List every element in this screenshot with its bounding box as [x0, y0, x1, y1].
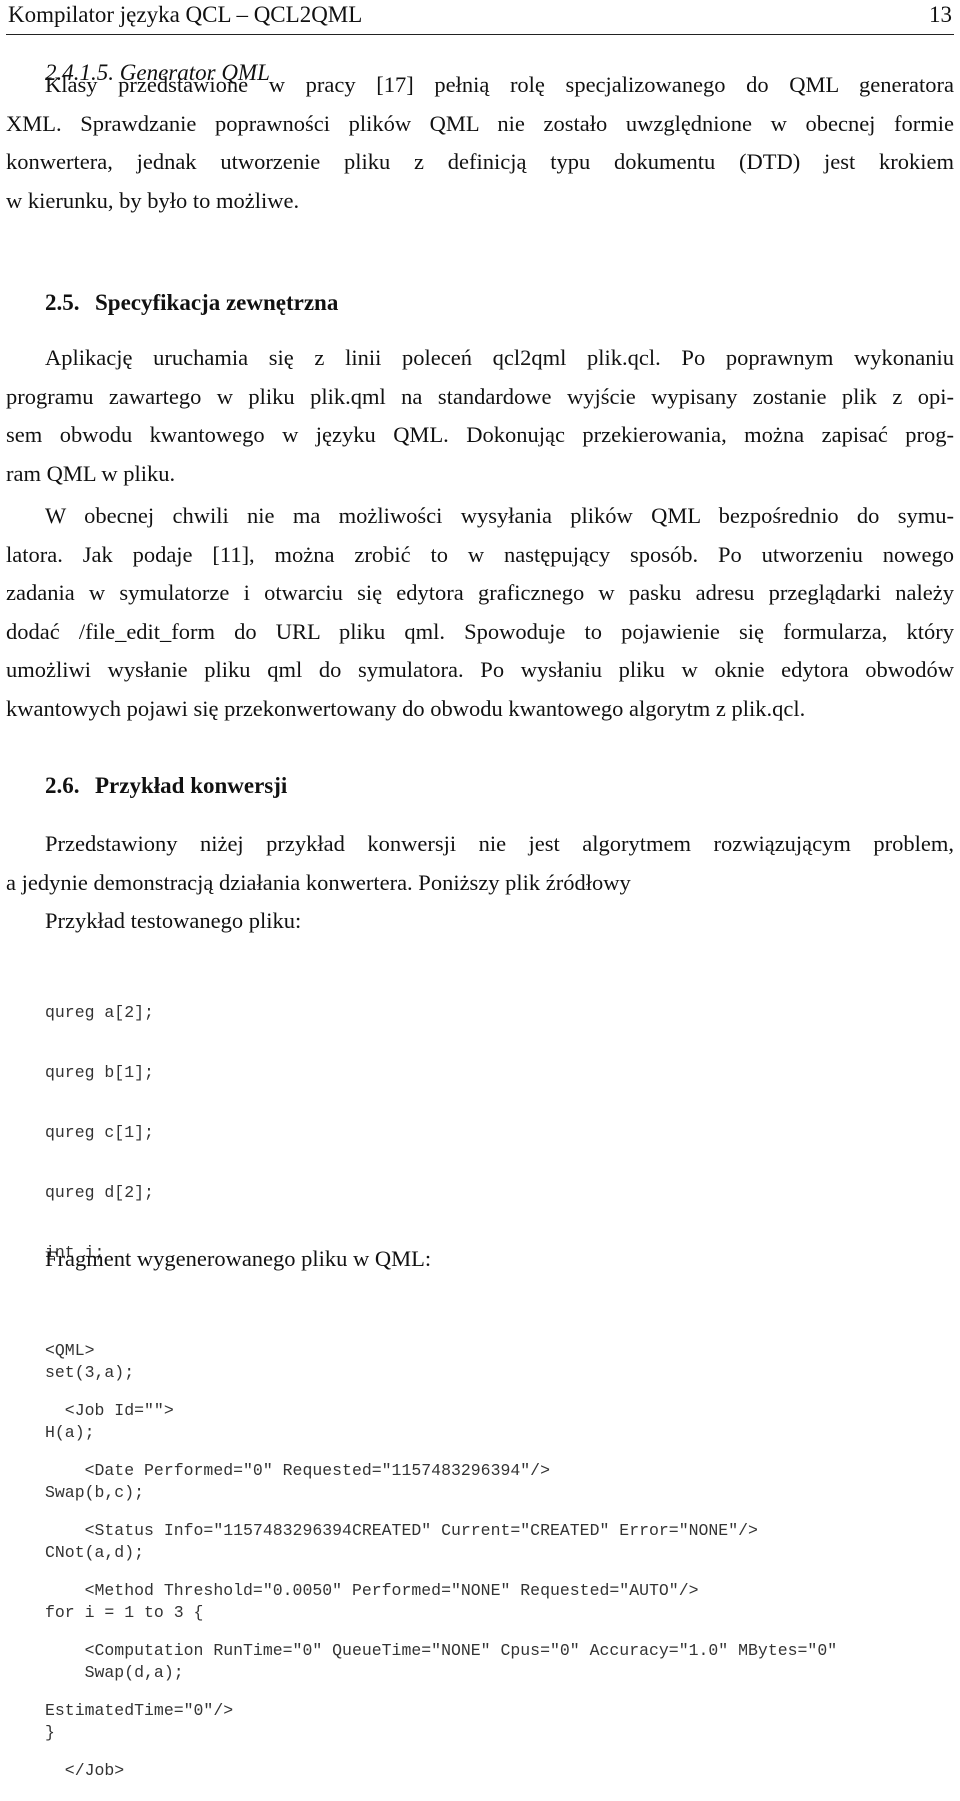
code-line: <Date Performed="0" Requested="115748329…: [45, 1461, 550, 1480]
text-line: XML. Sprawdzanie poprawności plików QML …: [6, 110, 954, 136]
section-number: 2.6.: [45, 773, 80, 798]
page-header: Kompilator języka QCL – QCL2QML 13: [6, 0, 954, 35]
text-line: a jedynie demonstracją działania konwert…: [6, 869, 631, 895]
example-label: Przykład testowanego pliku:: [45, 908, 302, 933]
code-line: <QML>: [45, 1341, 95, 1360]
paragraph-generator-qml: Klasy przedstawione w pracy [17] pełnią …: [6, 66, 954, 220]
code-line: <Status Info="1157483296394CREATED" Curr…: [45, 1521, 758, 1540]
paragraph-przyklad: Przedstawiony niżej przykład konwersji n…: [6, 825, 954, 902]
page-number: 13: [929, 2, 952, 27]
text-line: W obecnej chwili nie ma możliwości wysył…: [45, 503, 954, 528]
code-line: </Job>: [45, 1761, 125, 1780]
text-line: Klasy przedstawione w pracy [17] pełnią …: [45, 72, 954, 97]
code-line: EstimatedTime="0"/>: [45, 1701, 234, 1720]
text-line: latora. Jak podaje [11], można zrobić to…: [6, 541, 954, 567]
section-number: 2.5.: [45, 290, 80, 315]
code-line: qureg c[1];: [45, 1123, 154, 1142]
section-heading-specyfikacja: 2.5. Specyfikacja zewnętrzna: [45, 288, 338, 318]
text-line: sem obwodu kwantowego w języku QML. Doko…: [6, 422, 954, 447]
code-line: <Computation RunTime="0" QueueTime="NONE…: [45, 1641, 838, 1660]
text-line: dodać /file_edit_form do URL pliku qml. …: [6, 618, 954, 644]
section-heading-przyklad: 2.6. Przykład konwersji: [45, 771, 287, 801]
text-line: programu zawartego w pliku plik.qml na s…: [6, 383, 954, 409]
section-title: Specyfikacja zewnętrzna: [95, 290, 339, 315]
section-title: Przykład konwersji: [95, 773, 288, 798]
text-line: zadania w symulatorze i otwarciu się edy…: [6, 580, 954, 605]
text-line: kwantowych pojawi się przekonwertowany d…: [6, 695, 806, 721]
code-line: qureg b[1];: [45, 1063, 154, 1082]
fragment-label: Fragment wygenerowanego pliku w QML:: [45, 1246, 432, 1271]
text-line: konwertera, jednak utworzenie pliku z de…: [6, 149, 954, 174]
text-line: Aplikację uruchamia się z linii poleceń …: [45, 345, 954, 370]
code-line: <Method Threshold="0.0050" Performed="NO…: [45, 1581, 699, 1600]
text-line: ram QML w pliku.: [6, 460, 176, 486]
code-line: qureg a[2];: [45, 1003, 154, 1022]
text-line: Przedstawiony niżej przykład konwersji n…: [45, 831, 954, 856]
text-line: umożliwi wysłanie pliku qml do symulator…: [6, 657, 954, 682]
paragraph-symulator: W obecnej chwili nie ma możliwości wysył…: [6, 497, 954, 728]
qml-output-code: <QML> <Job Id=""> <Date Performed="0" Re…: [45, 1301, 837, 1801]
text-line: w kierunku, by było to możliwe.: [6, 187, 300, 213]
paragraph-uruchamianie: Aplikację uruchamia się z linii poleceń …: [6, 339, 954, 493]
code-line: qureg d[2];: [45, 1183, 154, 1202]
running-title: Kompilator języka QCL – QCL2QML: [8, 2, 363, 27]
code-line: <Job Id="">: [45, 1401, 174, 1420]
